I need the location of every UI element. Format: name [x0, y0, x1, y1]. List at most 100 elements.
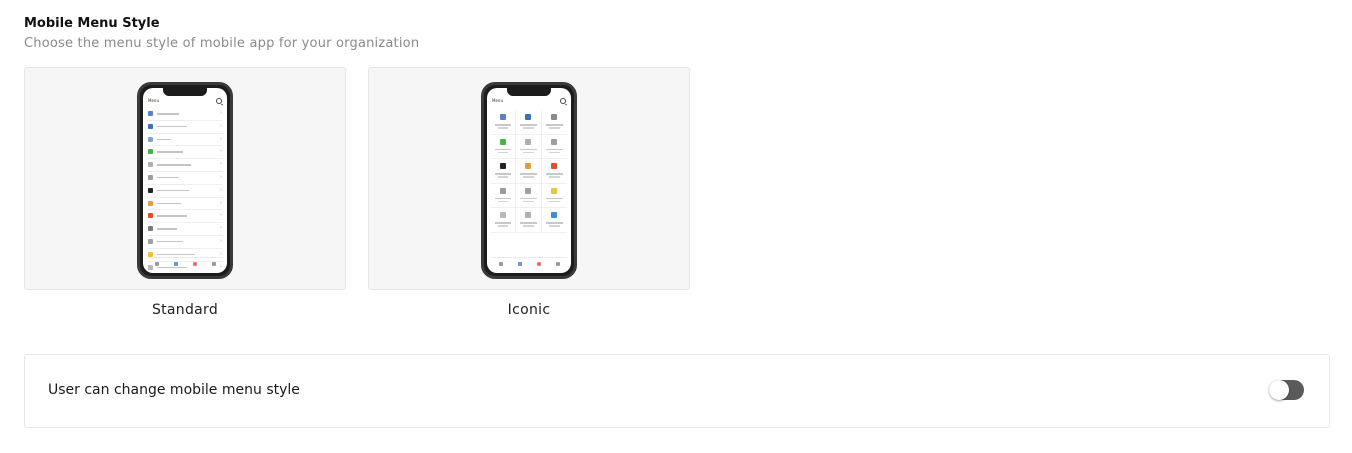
tile-icon [551, 114, 558, 120]
tile-text-placeholder [498, 200, 509, 202]
preview-icon-tile [541, 110, 567, 135]
menu-item-icon [148, 149, 153, 155]
option-label-standard: Standard [151, 302, 219, 318]
menu-icon [173, 261, 178, 266]
tile-icon [551, 187, 558, 194]
menu-item-text-placeholder [157, 138, 171, 141]
preview-icon-tile [541, 184, 567, 208]
tile-icon [551, 163, 558, 169]
tile-text-placeholder [520, 124, 537, 126]
tile-text-placeholder [498, 127, 509, 129]
menu-item-text-placeholder [157, 202, 181, 205]
tile-text-placeholder [523, 127, 534, 129]
tile-icon [525, 187, 532, 194]
preview-menu-row: › [147, 236, 223, 249]
preview-menu-list: › › › › › › › › › › › › › [147, 108, 223, 273]
notification-icon [536, 261, 541, 266]
menu-item-text-placeholder [157, 113, 179, 115]
preview-menu-row: › [147, 134, 223, 147]
preview-icon-tile [516, 159, 542, 184]
chevron-right-icon: › [220, 148, 222, 155]
chevron-right-icon: › [220, 212, 222, 219]
menu-item-text-placeholder [157, 151, 183, 153]
menu-item-text-placeholder [157, 176, 179, 179]
menu-style-option-standard[interactable]: Menu › › › › › › › › › › › › › [24, 67, 346, 290]
menu-item-text-placeholder [157, 164, 191, 166]
preview-icon-tile [516, 208, 542, 233]
tile-text-placeholder [498, 151, 509, 153]
chevron-right-icon: › [220, 122, 222, 129]
preview-icon-tile [541, 159, 567, 184]
setting-label: User can change mobile menu style [48, 382, 300, 398]
tile-text-placeholder [520, 222, 537, 224]
tile-icon [525, 114, 532, 120]
preview-icon-tile [516, 134, 542, 159]
menu-item-icon [148, 226, 153, 232]
preview-menu-row: › [147, 223, 223, 236]
menu-item-icon [148, 111, 153, 116]
preview-icon-tile [516, 183, 542, 208]
tile-text-placeholder [523, 151, 534, 153]
preview-icon-grid [491, 110, 567, 233]
menu-item-text-placeholder [157, 253, 195, 256]
preview-menu-row: › [147, 172, 223, 185]
preview-icon-tile [541, 135, 567, 159]
tile-text-placeholder [498, 225, 509, 227]
tile-text-placeholder [548, 200, 560, 202]
preview-header-title: Menu [148, 98, 159, 103]
tile-icon [525, 138, 532, 145]
preview-menu-row: › [147, 108, 223, 121]
preview-header-title: Menu [492, 98, 503, 103]
section-subtitle: Choose the menu style of mobile app for … [24, 36, 420, 51]
preview-icon-tile [491, 208, 517, 233]
chevron-right-icon: › [220, 199, 222, 206]
menu-item-icon [148, 187, 153, 193]
tile-text-placeholder [545, 197, 563, 199]
tile-text-placeholder [548, 151, 560, 153]
menu-item-icon [148, 213, 153, 219]
tile-text-placeholder [548, 225, 560, 227]
allow-user-change-toggle[interactable] [1269, 380, 1304, 400]
menu-style-option-iconic[interactable]: Menu [368, 67, 690, 290]
option-label-iconic: Iconic [507, 302, 551, 318]
preview-menu-row: › [147, 159, 223, 172]
tile-text-placeholder [520, 173, 537, 175]
menu-item-icon [148, 174, 153, 180]
chevron-right-icon: › [220, 173, 222, 180]
tile-text-placeholder [545, 173, 563, 175]
chevron-right-icon: › [220, 110, 222, 116]
tile-text-placeholder [548, 176, 560, 178]
tile-text-placeholder [495, 173, 512, 175]
tile-icon [500, 114, 507, 120]
tile-text-placeholder [495, 148, 512, 150]
tile-text-placeholder [495, 222, 512, 224]
menu-item-text-placeholder [157, 240, 183, 243]
menu-item-text-placeholder [157, 125, 187, 128]
chevron-right-icon: › [220, 161, 222, 168]
menu-item-icon [148, 200, 153, 206]
menu-item-text-placeholder [157, 189, 189, 192]
tile-text-placeholder [523, 200, 534, 202]
menu-item-icon [148, 136, 153, 142]
preview-icon-tile [516, 110, 542, 135]
preview-icon-tile [491, 159, 517, 184]
tile-text-placeholder [545, 222, 563, 224]
search-icon [216, 98, 222, 104]
tile-text-placeholder [498, 176, 509, 178]
tile-text-placeholder [495, 124, 512, 126]
preview-icon-tile [491, 110, 517, 135]
menu-icon [517, 261, 522, 266]
phone-preview-standard: Menu › › › › › › › › › › › › › [137, 82, 233, 279]
home-icon [498, 261, 503, 266]
menu-item-icon [148, 162, 153, 168]
tile-text-placeholder [520, 197, 537, 199]
menu-item-text-placeholder [157, 215, 187, 217]
profile-icon [555, 261, 560, 266]
preview-icon-tile [491, 183, 517, 208]
menu-item-icon [148, 123, 153, 129]
phone-preview-iconic: Menu [481, 82, 577, 279]
chevron-right-icon: › [220, 237, 222, 244]
tile-text-placeholder [520, 148, 537, 150]
preview-tab-bar [147, 257, 223, 269]
tile-icon [500, 187, 507, 194]
